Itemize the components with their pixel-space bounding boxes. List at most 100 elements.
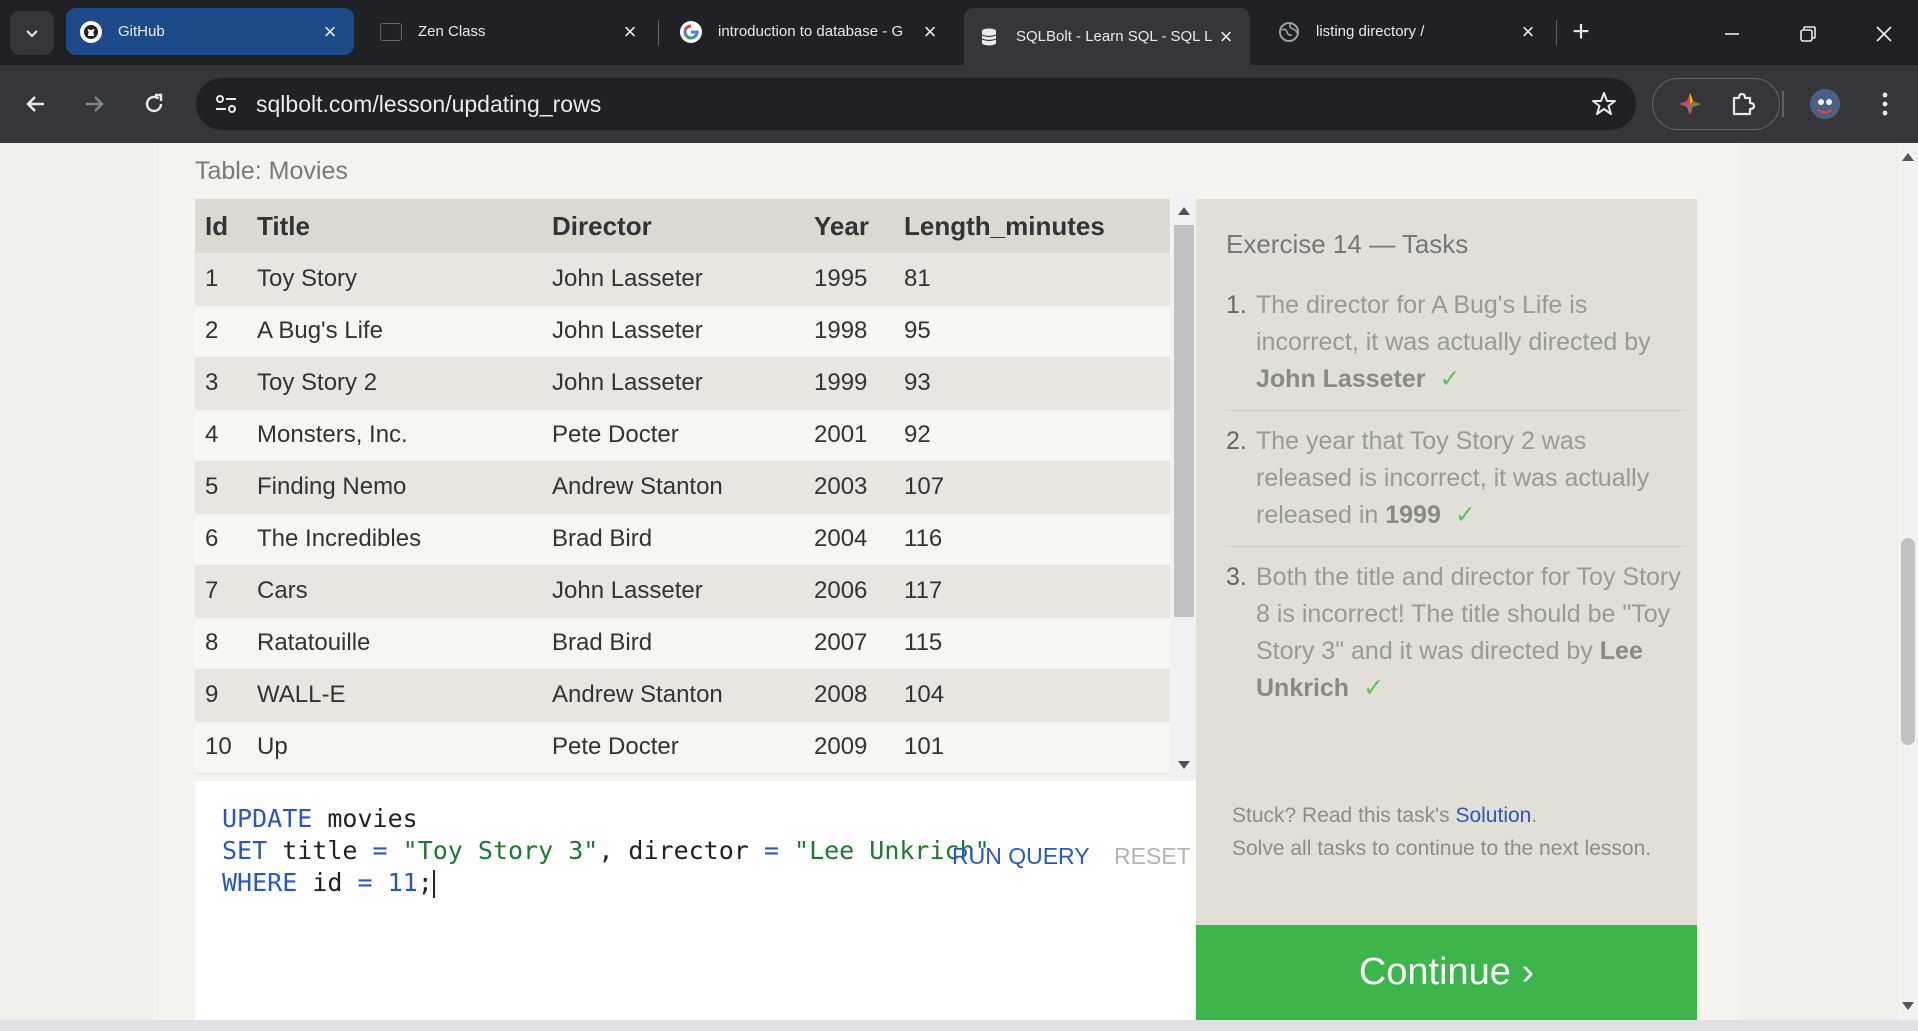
page-scrollbar[interactable] — [1898, 143, 1918, 1020]
back-button[interactable] — [16, 84, 56, 124]
tab-title: SQLBolt - Learn SQL - SQL L — [1016, 28, 1213, 45]
cell-year: 2001 — [804, 409, 894, 462]
browser-menu-button[interactable] — [1870, 87, 1900, 121]
reload-button[interactable] — [134, 84, 174, 124]
tab-sqlbolt[interactable]: SQLBolt - Learn SQL - SQL L × — [964, 8, 1250, 65]
new-tab-button[interactable]: + — [1566, 17, 1596, 48]
scroll-up-arrow-icon[interactable] — [1178, 207, 1190, 215]
sql-string: "Toy Story 3" — [402, 836, 599, 865]
avatar-icon — [1810, 89, 1840, 119]
cell-director: John Lasseter — [542, 305, 804, 358]
minimize-button[interactable] — [1712, 14, 1752, 54]
close-window-button[interactable] — [1864, 14, 1904, 54]
text-cursor — [432, 870, 435, 898]
table-scrollbar-thumb[interactable] — [1174, 225, 1194, 617]
arrow-left-icon — [26, 96, 44, 112]
sql-keyword: SET — [222, 836, 268, 865]
close-icon[interactable]: × — [620, 19, 640, 44]
table-scrollbar[interactable] — [1172, 199, 1196, 777]
close-icon[interactable]: × — [320, 19, 340, 44]
tab-search-button[interactable] — [10, 11, 54, 55]
tab-github[interactable]: GitHub × — [66, 8, 354, 55]
table-caption: Table: Movies — [195, 157, 348, 185]
arrow-right-icon — [86, 96, 104, 112]
forward-button[interactable] — [74, 84, 114, 124]
task-number: 2. — [1226, 427, 1247, 455]
sql-text: movies — [312, 804, 418, 833]
cell-length: 95 — [894, 305, 1170, 358]
address-bar[interactable]: sqlbolt.com/lesson/updating_rows — [196, 78, 1636, 130]
bookmark-star-icon[interactable] — [1590, 90, 1618, 118]
cell-length: 116 — [894, 513, 1170, 566]
table-row: 1 Toy Story John Lasseter 1995 81 — [195, 253, 1170, 306]
task-answer: John Lasseter — [1256, 365, 1426, 393]
stuck-help-text: Stuck? Read this task's Solution. Solve … — [1232, 799, 1652, 865]
scroll-down-arrow-icon[interactable] — [1178, 761, 1190, 769]
stuck-line-2: Solve all tasks to continue to the next … — [1232, 837, 1652, 860]
cell-title: The Incredibles — [247, 513, 542, 566]
cell-id: 7 — [195, 565, 247, 618]
tasks-title: Exercise 14 — Tasks — [1226, 229, 1469, 259]
sql-text: , director — [598, 836, 764, 865]
task-item: 1. The director for A Bug's Life is inco… — [1226, 287, 1686, 411]
movies-table-container[interactable]: Id Title Director Year Length_minutes 1 … — [195, 199, 1170, 779]
close-icon[interactable]: × — [1216, 24, 1236, 49]
close-icon[interactable]: × — [920, 19, 940, 44]
google-icon — [680, 20, 702, 43]
scroll-down-arrow-icon[interactable] — [1902, 1002, 1914, 1010]
cell-length: 92 — [894, 409, 1170, 462]
extensions-area — [1652, 78, 1780, 130]
cell-title: Toy Story 2 — [247, 357, 542, 410]
cell-title: Ratatouille — [247, 617, 542, 670]
extensions-puzzle-icon[interactable] — [1729, 90, 1757, 118]
task-item: 3. Both the title and director for Toy S… — [1226, 559, 1686, 719]
toolbar-divider — [1782, 91, 1784, 117]
reset-button[interactable]: RESET — [1114, 843, 1191, 870]
table-row: 6 The Incredibles Brad Bird 2004 116 — [195, 513, 1170, 566]
cell-length: 81 — [894, 253, 1170, 306]
database-icon — [978, 26, 1000, 48]
url-text: sqlbolt.com/lesson/updating_rows — [256, 91, 602, 117]
color-picker-extension-icon[interactable] — [1677, 91, 1703, 117]
task-list: 1. The director for A Bug's Life is inco… — [1226, 287, 1686, 731]
minimize-icon — [1725, 33, 1739, 35]
scroll-up-arrow-icon[interactable] — [1902, 153, 1914, 161]
chevron-down-icon — [26, 30, 38, 38]
cell-year: 1999 — [804, 357, 894, 410]
table-row: 2 A Bug's Life John Lasseter 1998 95 — [195, 305, 1170, 358]
tab-listing-directory[interactable]: listing directory / × — [1264, 8, 1552, 55]
restore-icon — [1800, 26, 1816, 42]
cell-title: Monsters, Inc. — [247, 409, 542, 462]
table-row: 10 Up Pete Docter 2009 101 — [195, 721, 1170, 774]
stuck-suffix: . — [1531, 804, 1538, 827]
cell-title: WALL-E — [247, 669, 542, 722]
continue-button[interactable]: Continue › — [1196, 925, 1697, 1020]
restore-button[interactable] — [1788, 14, 1828, 54]
cell-director: Andrew Stanton — [542, 461, 804, 514]
cell-length: 117 — [894, 565, 1170, 618]
cell-director: Pete Docter — [542, 721, 804, 774]
task-item: 2. The year that Toy Story 2 was release… — [1226, 423, 1686, 547]
task-text: Both the title and director for Toy Stor… — [1256, 559, 1686, 707]
cell-year: 1995 — [804, 253, 894, 306]
sql-operator: = — [372, 836, 388, 865]
tab-title: Zen Class — [418, 23, 486, 40]
bottom-strip — [0, 1020, 1918, 1031]
task-answer: 1999 — [1385, 501, 1441, 529]
tab-zen-class[interactable]: Zen Class × — [366, 8, 654, 55]
sql-query-editor[interactable]: UPDATE movies SET title = "Toy Story 3",… — [195, 781, 1196, 1020]
tab-google-search[interactable]: introduction to database - G × — [666, 8, 954, 55]
table-row: 8 Ratatouille Brad Bird 2007 115 — [195, 617, 1170, 670]
page-scrollbar-thumb[interactable] — [1901, 538, 1915, 745]
cell-director: Brad Bird — [542, 617, 804, 670]
site-settings-icon[interactable] — [212, 90, 240, 118]
profile-avatar[interactable] — [1810, 89, 1840, 119]
tab-strip: GitHub × Zen Class × introduction to dat… — [0, 0, 1918, 65]
run-query-button[interactable]: RUN QUERY — [952, 843, 1090, 870]
column-header-title: Title — [247, 199, 542, 253]
close-icon[interactable]: × — [1518, 19, 1538, 44]
task-text: The year that Toy Story 2 was released i… — [1256, 423, 1686, 534]
solution-link[interactable]: Solution — [1455, 804, 1531, 827]
tasks-panel: Exercise 14 — Tasks 1. The director for … — [1196, 199, 1697, 925]
tab-separator — [1556, 20, 1557, 46]
